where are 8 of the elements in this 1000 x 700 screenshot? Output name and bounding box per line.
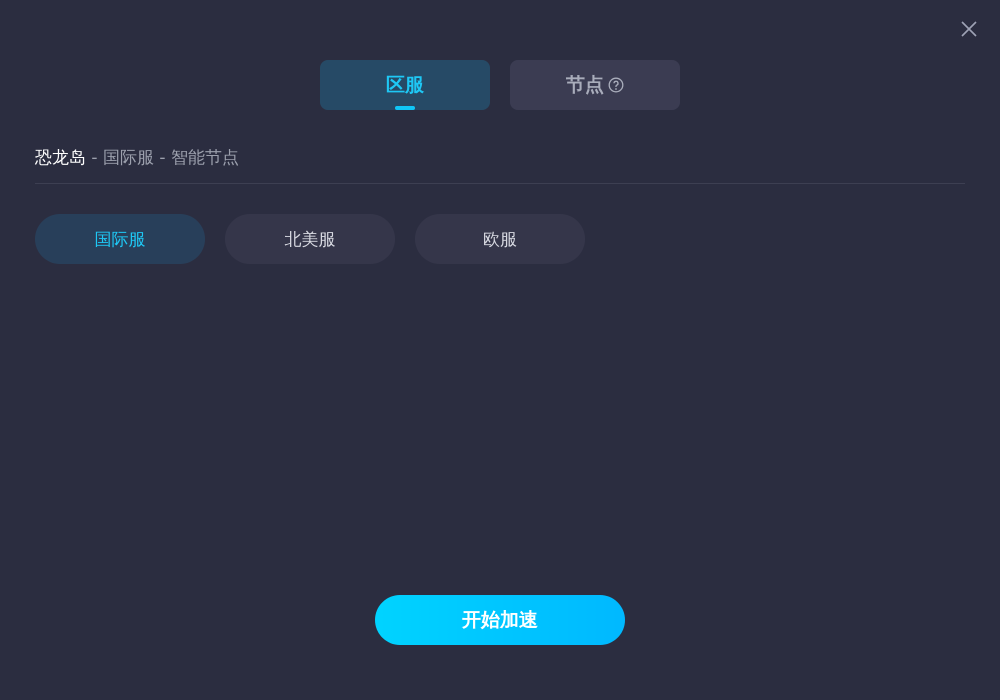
server-option[interactable]: 北美服 bbox=[225, 214, 395, 264]
server-option[interactable]: 欧服 bbox=[415, 214, 585, 264]
tab[interactable]: 区服 bbox=[320, 60, 490, 110]
tab[interactable]: 节点 bbox=[510, 60, 680, 110]
breadcrumb-text: 恐龙岛 - 国际服 - 智能节点 bbox=[35, 146, 965, 184]
help-icon[interactable] bbox=[608, 77, 624, 93]
server-option[interactable]: 国际服 bbox=[35, 214, 205, 264]
close-icon[interactable] bbox=[960, 20, 978, 38]
